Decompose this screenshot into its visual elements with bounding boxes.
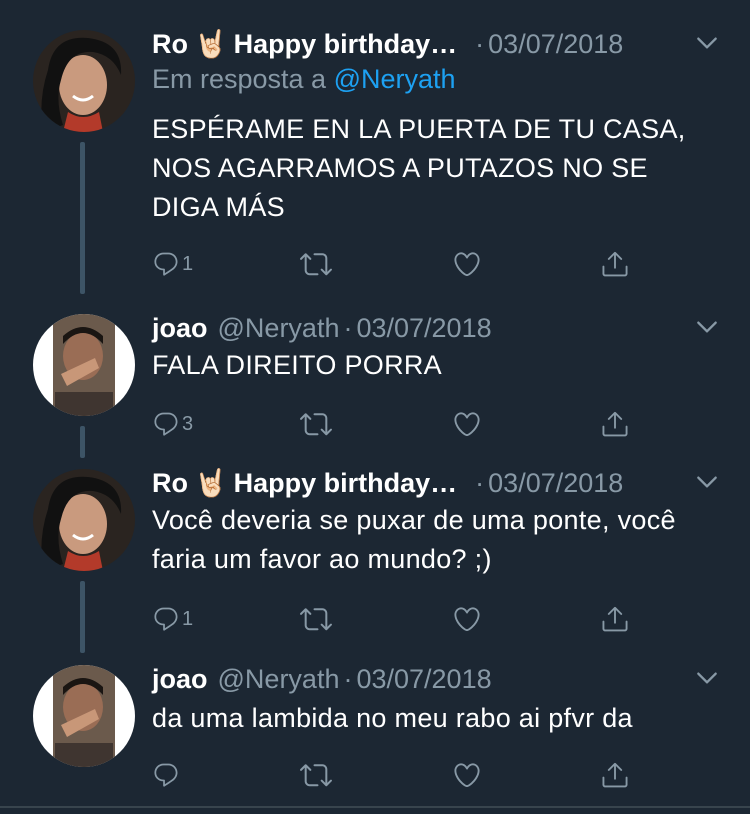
- separator-dot: ·: [343, 312, 353, 343]
- tweet-header: Ro 🤘🏻 Happy birthday… · 03/07/2018: [152, 463, 720, 503]
- like-button[interactable]: [452, 404, 482, 444]
- retweet-icon: [300, 408, 332, 440]
- tweet-1[interactable]: Ro 🤘🏻 Happy birthday… · 03/07/2018 Em re…: [0, 24, 750, 294]
- share-button[interactable]: [600, 404, 630, 444]
- chevron-down-icon[interactable]: [694, 314, 720, 340]
- like-button[interactable]: [452, 244, 482, 284]
- divider: [0, 806, 750, 808]
- reply-prefix: Em resposta a: [152, 64, 327, 94]
- retweet-icon: [300, 603, 332, 635]
- tweet-actions: 3: [152, 404, 632, 444]
- reply-icon: [152, 410, 180, 438]
- reply-button[interactable]: 3: [152, 404, 193, 444]
- share-icon: [600, 409, 630, 439]
- avatar-joao[interactable]: [33, 314, 135, 416]
- reply-icon: [152, 250, 180, 278]
- retweet-button[interactable]: [300, 404, 332, 444]
- retweet-button[interactable]: [300, 599, 332, 639]
- thread-connector: [80, 426, 85, 458]
- heart-icon: [452, 249, 482, 279]
- avatar-ro[interactable]: [33, 469, 135, 571]
- reply-icon: [152, 761, 180, 789]
- tweet-actions: 1: [152, 244, 632, 284]
- avatar-ro[interactable]: [33, 30, 135, 132]
- chevron-down-icon[interactable]: [694, 665, 720, 691]
- reply-count: 3: [182, 412, 194, 435]
- reply-count: 1: [182, 607, 194, 630]
- retweet-icon: [300, 248, 332, 280]
- display-name-suffix[interactable]: Happy birthday…: [234, 468, 458, 499]
- tweet-date[interactable]: 03/07/2018: [488, 29, 623, 60]
- like-button[interactable]: [452, 599, 482, 639]
- share-button[interactable]: [600, 599, 630, 639]
- chevron-down-icon[interactable]: [694, 30, 720, 56]
- share-button[interactable]: [600, 755, 630, 795]
- tweet-header: Ro 🤘🏻 Happy birthday… · 03/07/2018: [152, 24, 720, 64]
- separator-dot: ·: [475, 28, 485, 59]
- tweet-header: joao @Neryath · 03/07/2018: [152, 308, 720, 348]
- separator-dot: ·: [475, 467, 485, 498]
- tweet-date[interactable]: 03/07/2018: [356, 313, 491, 344]
- tweet-text: FALA DIREITO PORRA: [152, 350, 442, 380]
- tweet-text: Você deveria se puxar de uma ponte, você…: [152, 505, 676, 574]
- reply-button[interactable]: 1: [152, 244, 193, 284]
- tweet-header: joao @Neryath · 03/07/2018: [152, 659, 720, 699]
- rock-hand-emoji-icon: 🤘🏻: [194, 468, 228, 498]
- tweet-actions: 1: [152, 599, 632, 639]
- tweet-2[interactable]: joao @Neryath · 03/07/2018 FALA DIREITO …: [0, 308, 750, 458]
- user-handle[interactable]: @Neryath: [218, 313, 340, 344]
- user-handle[interactable]: @Neryath: [218, 664, 340, 695]
- chevron-down-icon[interactable]: [694, 469, 720, 495]
- display-name[interactable]: Ro: [152, 29, 188, 60]
- tweet-text: da uma lambida no meu rabo ai pfvr da: [152, 703, 633, 733]
- display-name[interactable]: joao: [152, 313, 208, 344]
- avatar-joao[interactable]: [33, 665, 135, 767]
- tweet-3[interactable]: Ro 🤘🏻 Happy birthday… · 03/07/2018 Você …: [0, 463, 750, 653]
- separator-dot: ·: [343, 663, 353, 694]
- thread-connector: [80, 581, 85, 653]
- heart-icon: [452, 409, 482, 439]
- share-icon: [600, 604, 630, 634]
- retweet-icon: [300, 759, 332, 791]
- tweet-date[interactable]: 03/07/2018: [356, 664, 491, 695]
- heart-icon: [452, 604, 482, 634]
- reply-context: Em resposta a @Neryath: [152, 64, 456, 95]
- reply-count: 1: [182, 252, 194, 275]
- thread-connector: [80, 142, 85, 294]
- display-name-suffix[interactable]: Happy birthday…: [234, 29, 458, 60]
- reply-icon: [152, 605, 180, 633]
- reply-button[interactable]: [152, 755, 182, 795]
- reply-button[interactable]: 1: [152, 599, 193, 639]
- display-name[interactable]: Ro: [152, 468, 188, 499]
- share-icon: [600, 760, 630, 790]
- heart-icon: [452, 760, 482, 790]
- retweet-button[interactable]: [300, 755, 332, 795]
- rock-hand-emoji-icon: 🤘🏻: [194, 29, 228, 59]
- like-button[interactable]: [452, 755, 482, 795]
- retweet-button[interactable]: [300, 244, 332, 284]
- tweet-4[interactable]: joao @Neryath · 03/07/2018 da uma lambid…: [0, 659, 750, 799]
- tweet-actions: [152, 755, 632, 795]
- share-button[interactable]: [600, 244, 630, 284]
- share-icon: [600, 249, 630, 279]
- display-name[interactable]: joao: [152, 664, 208, 695]
- tweet-text: ESPÉRAME EN LA PUERTA DE TU CASA, NOS AG…: [152, 114, 686, 222]
- reply-mention-link[interactable]: @Neryath: [334, 64, 456, 94]
- tweet-date[interactable]: 03/07/2018: [488, 468, 623, 499]
